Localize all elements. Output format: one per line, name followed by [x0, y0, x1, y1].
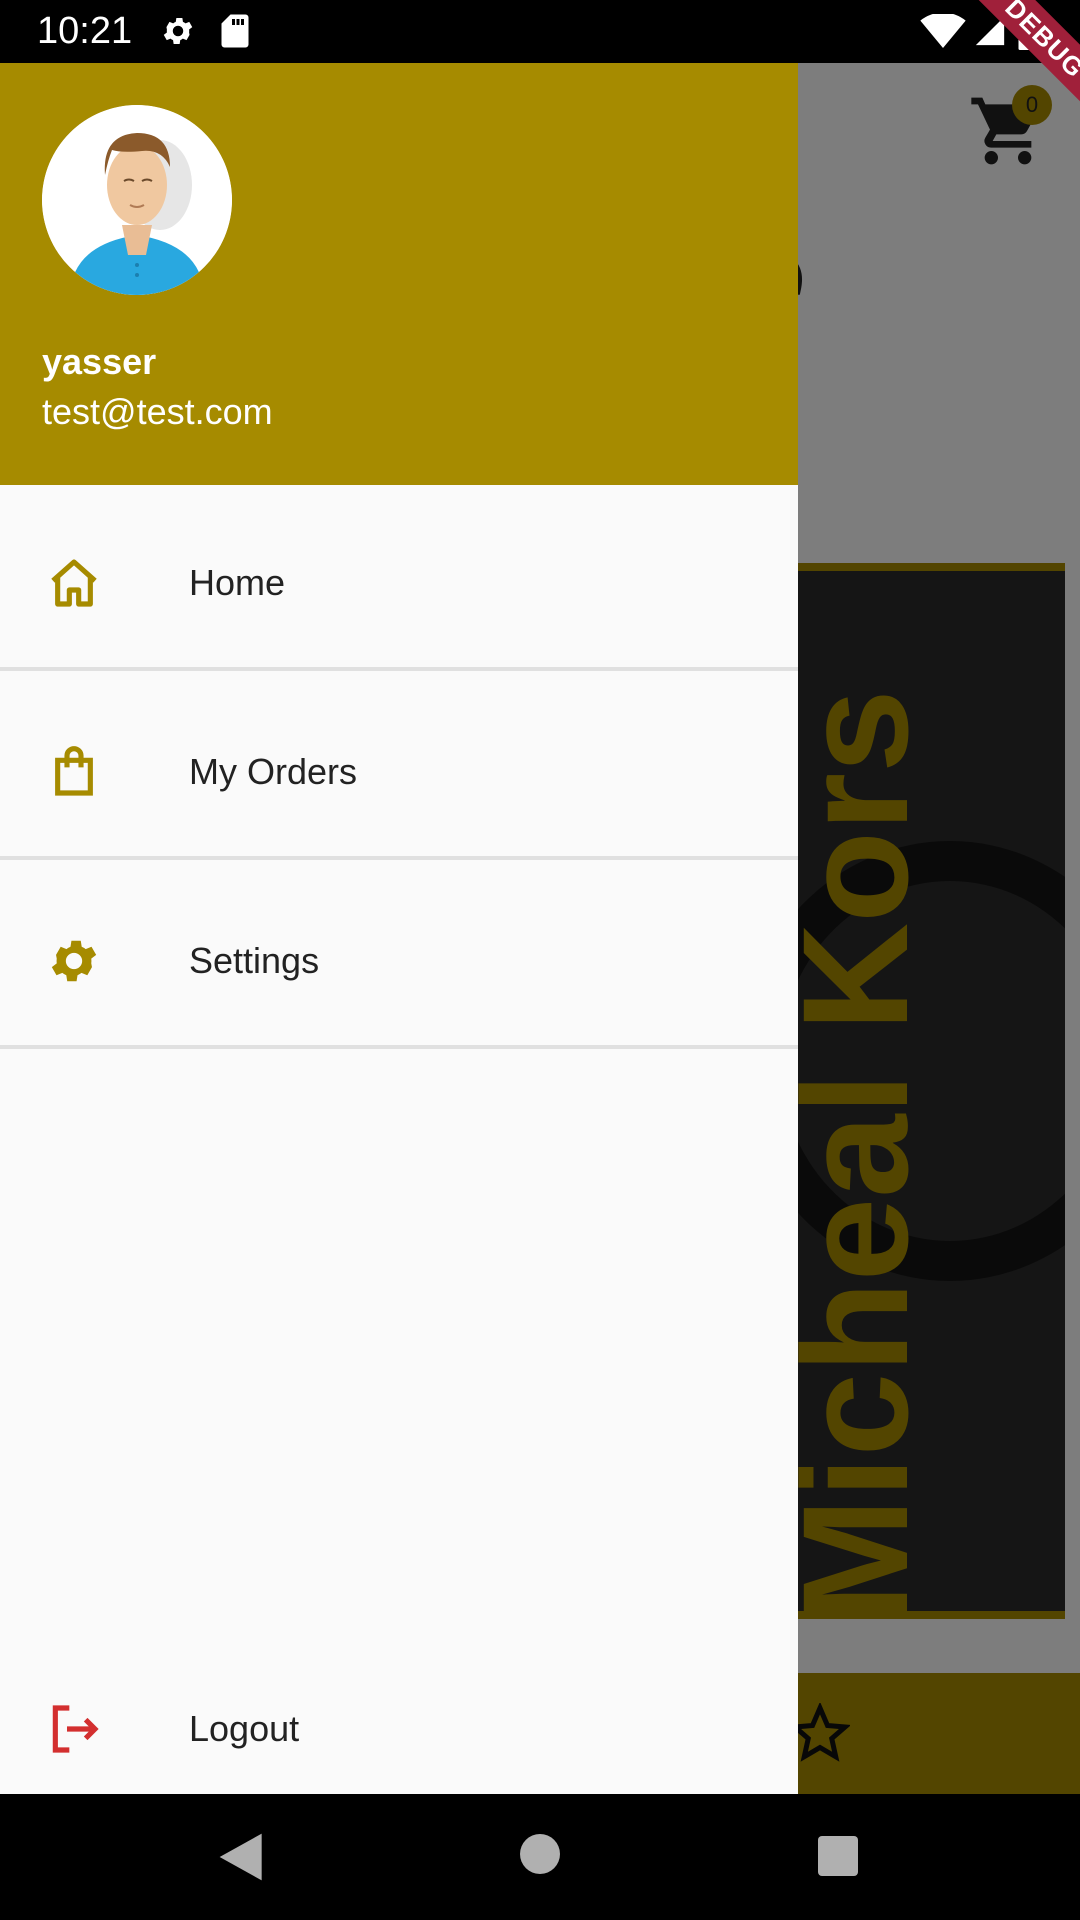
back-icon[interactable] [215, 1829, 271, 1885]
drawer-item-label: Logout [189, 1708, 300, 1749]
drawer-item-settings[interactable]: Settings [0, 863, 798, 1049]
user-name: yasser [42, 341, 157, 382]
drawer-item-label: My Orders [189, 751, 358, 792]
home-icon [51, 559, 97, 607]
user-avatar-illustration [42, 105, 232, 295]
settings-notification-icon [163, 17, 193, 45]
wifi-icon [920, 14, 966, 48]
navigation-drawer: yasser test@test.com Home My Orders Sett… [0, 63, 798, 1794]
drawer-item-home[interactable]: Home [0, 485, 798, 671]
drawer-item-label: Home [189, 562, 286, 603]
drawer-header: yasser test@test.com [0, 63, 798, 485]
user-email: test@test.com [42, 391, 273, 432]
recent-apps-button[interactable] [818, 1836, 858, 1876]
gear-icon [51, 940, 97, 982]
home-button[interactable] [520, 1834, 560, 1874]
avatar[interactable] [42, 105, 232, 295]
drawer-item-my-orders[interactable]: My Orders [0, 674, 798, 860]
logout-icon [52, 1705, 99, 1753]
status-bar: 10:21 [0, 0, 1080, 63]
system-navigation-bar [0, 1794, 1080, 1920]
status-time: 10:21 [37, 10, 133, 52]
drawer-item-label: Settings [189, 940, 320, 981]
drawer-item-logout[interactable]: Logout [0, 1671, 798, 1791]
sd-card-icon [221, 14, 249, 48]
shopping-bag-icon [55, 746, 93, 796]
